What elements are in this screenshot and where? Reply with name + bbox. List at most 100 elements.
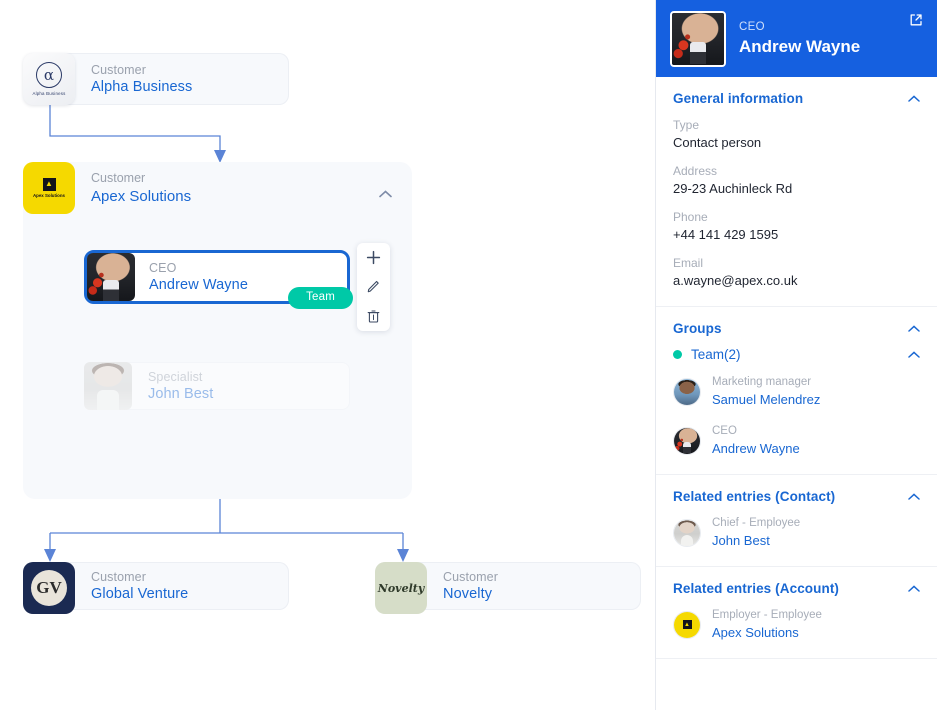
trash-icon: [367, 310, 380, 323]
list-item-name[interactable]: John Best: [712, 531, 800, 550]
edit-node-button[interactable]: [361, 274, 387, 300]
list-item-text: Marketing manager Samuel Melendrez: [712, 374, 820, 409]
list-item-role: Chief - Employee: [712, 517, 801, 529]
node-alpha-name[interactable]: Alpha Business: [91, 78, 289, 97]
alpha-glyph-icon: α: [36, 62, 62, 88]
novelty-logo: Novelty: [375, 562, 427, 614]
list-item-role: Employer - Employee: [712, 609, 822, 621]
list-item-text: Chief - Employee John Best: [712, 515, 800, 550]
add-node-button[interactable]: [361, 245, 387, 271]
apex-collapse-chevron-up-icon[interactable]: [379, 190, 392, 198]
plus-icon: [366, 251, 381, 265]
alpha-logo-text: Alpha Business: [32, 91, 66, 96]
node-alpha-body: Customer Alpha Business: [75, 53, 289, 105]
node-alpha-role: Customer: [91, 62, 146, 77]
field-address: Address 29-23 Auchinleck Rd: [673, 163, 920, 198]
section-groups: Groups Team(2) Marketing manager Samuel …: [656, 307, 937, 475]
apex-solutions-logo: ▲: [674, 611, 700, 638]
group-team-row[interactable]: Team(2): [673, 347, 920, 362]
node-global-venture-name[interactable]: Global Venture: [91, 585, 289, 604]
section-title: Groups: [673, 321, 722, 336]
section-header[interactable]: Related entries (Contact): [673, 489, 920, 504]
node-specialist-name[interactable]: John Best: [148, 385, 350, 404]
chevron-up-icon[interactable]: [908, 351, 920, 358]
section-header[interactable]: General information: [673, 91, 920, 106]
node-global-venture-role: Customer: [91, 569, 146, 584]
list-item[interactable]: ▲ Employer - Employee Apex Solutions: [673, 607, 920, 642]
delete-node-button[interactable]: [361, 303, 387, 329]
andrew-wayne-photo: [674, 427, 700, 454]
section-title: Related entries (Account): [673, 581, 840, 596]
node-global-venture-body: Customer Global Venture: [75, 562, 289, 610]
section-general-information: General information Type Contact person …: [656, 77, 937, 307]
node-specialist-role: Specialist: [148, 369, 203, 384]
group-name[interactable]: Team(2): [691, 347, 741, 362]
list-item[interactable]: CEO Andrew Wayne: [673, 423, 920, 458]
john-best-photo: [674, 519, 700, 546]
avatar: [84, 362, 132, 410]
page-title: Andrew Wayne: [739, 37, 861, 56]
node-alpha-business[interactable]: α Alpha Business Customer Alpha Business: [23, 53, 289, 105]
group-color-dot-icon: [673, 350, 682, 359]
node-apex-solutions-group[interactable]: ▲ Apex Solutions Customer Apex Solutions: [23, 162, 412, 499]
pencil-icon: [367, 281, 379, 293]
details-panel-header: CEO Andrew Wayne: [656, 0, 937, 77]
list-item-text: Employer - Employee Apex Solutions: [712, 607, 822, 642]
status-badge-team[interactable]: Team: [288, 287, 353, 309]
section-header[interactable]: Groups: [673, 321, 920, 336]
list-item-name[interactable]: Apex Solutions: [712, 623, 822, 642]
list-item-text: CEO Andrew Wayne: [712, 423, 800, 458]
node-novelty-body: Customer Novelty: [427, 562, 641, 610]
org-chart-app: α Alpha Business Customer Alpha Business…: [0, 0, 937, 710]
field-label: Phone: [673, 210, 708, 224]
avatar: [673, 518, 701, 547]
node-novelty[interactable]: Novelty Customer Novelty: [375, 562, 641, 614]
node-apex-role: Customer: [91, 171, 146, 185]
chevron-up-icon[interactable]: [908, 493, 920, 500]
andrew-wayne-photo: [87, 253, 135, 301]
node-ceo-role: CEO: [149, 260, 177, 275]
chevron-up-icon[interactable]: [908, 95, 920, 102]
apex-logo-text: Apex Solutions: [33, 193, 65, 199]
node-global-venture[interactable]: GV Customer Global Venture: [23, 562, 289, 614]
field-value: a.wayne@apex.co.uk: [673, 273, 798, 288]
node-novelty-role: Customer: [443, 569, 498, 584]
org-chart-canvas[interactable]: α Alpha Business Customer Alpha Business…: [0, 0, 656, 710]
node-novelty-name[interactable]: Novelty: [443, 585, 641, 604]
samuel-melendrez-photo: [674, 378, 700, 405]
andrew-wayne-photo: [672, 12, 724, 65]
alpha-business-logo: α Alpha Business: [23, 53, 75, 105]
external-link-icon[interactable]: [909, 13, 923, 27]
section-related-entries-contact: Related entries (Contact) Chief - Employ…: [656, 475, 937, 567]
list-item-name[interactable]: Andrew Wayne: [712, 439, 800, 458]
field-value: +44 141 429 1595: [673, 227, 779, 242]
list-item[interactable]: Marketing manager Samuel Melendrez: [673, 374, 920, 409]
field-value: Contact person: [673, 135, 762, 150]
node-apex-body: Customer Apex Solutions: [91, 170, 191, 207]
details-header-role: CEO: [739, 21, 765, 33]
chevron-up-icon[interactable]: [908, 325, 920, 332]
avatar: ▲: [673, 610, 701, 639]
list-item-role: Marketing manager: [712, 376, 812, 388]
node-ceo-andrew-wayne[interactable]: CEO Andrew Wayne Team: [84, 250, 353, 309]
list-item-name[interactable]: Samuel Melendrez: [712, 390, 820, 409]
node-apex-name[interactable]: Apex Solutions: [91, 187, 191, 207]
global-venture-logo: GV: [23, 562, 75, 614]
node-action-toolbar[interactable]: [357, 243, 390, 331]
node-specialist-body: Specialist John Best: [132, 362, 350, 410]
chevron-up-icon[interactable]: [908, 585, 920, 592]
section-title: Related entries (Contact): [673, 489, 836, 504]
apex-solutions-logo: ▲ Apex Solutions: [23, 162, 75, 214]
list-item[interactable]: Chief - Employee John Best: [673, 515, 920, 550]
avatar: [87, 253, 135, 301]
global-venture-monogram: GV: [31, 570, 67, 606]
group-team-left: Team(2): [673, 347, 741, 362]
field-email: Email a.wayne@apex.co.uk: [673, 255, 920, 290]
field-label: Email: [673, 256, 704, 270]
node-specialist-john-best[interactable]: Specialist John Best: [84, 362, 350, 410]
section-title: General information: [673, 91, 804, 106]
section-header[interactable]: Related entries (Account): [673, 581, 920, 596]
field-type: Type Contact person: [673, 117, 920, 152]
details-header-text: CEO Andrew Wayne: [739, 19, 860, 58]
field-phone: Phone +44 141 429 1595: [673, 209, 920, 244]
